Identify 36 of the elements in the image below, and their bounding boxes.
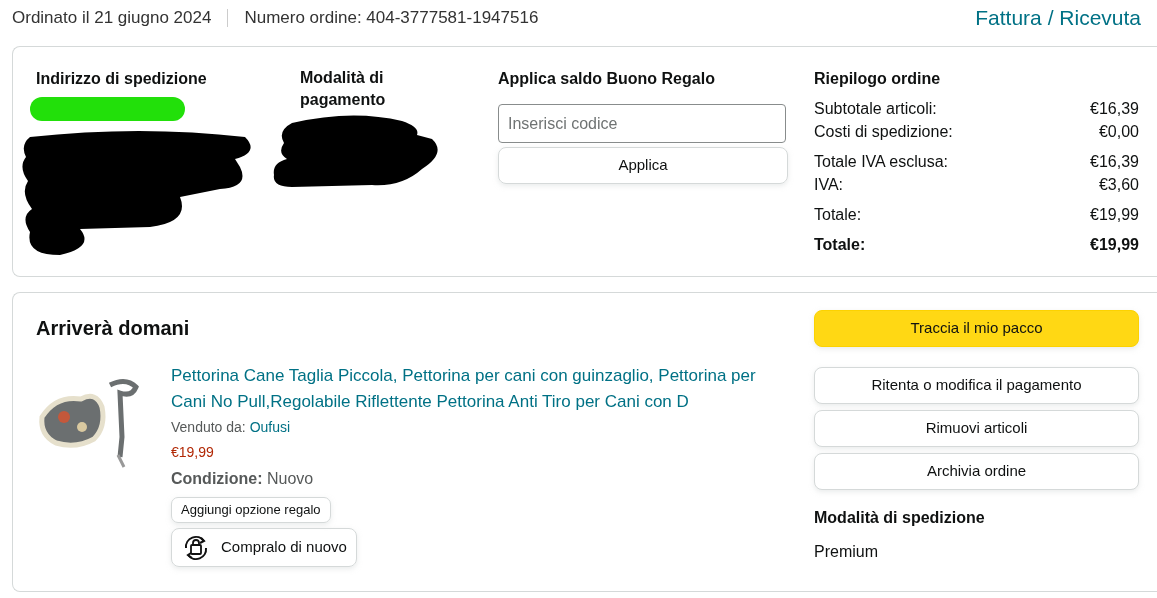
gift-option-button[interactable]: Aggiungi opzione regalo [171, 497, 331, 523]
sold-by-label: Venduto da: [171, 419, 246, 435]
summary-value: €19,99 [1090, 205, 1139, 225]
section-title: Riepilogo ordine [814, 69, 942, 89]
section-title: Modalità di pagamento [300, 68, 387, 110]
summary-label: Costi di spedizione: [814, 122, 953, 142]
order-action-button[interactable]: Rimuovi articoli [814, 410, 1139, 447]
summary-value: €3,60 [1098, 175, 1139, 195]
order-number: Numero ordine: 404-3777581-1947516 [244, 7, 539, 30]
section-title: Applica saldo Buono Regalo [498, 69, 716, 89]
order-action-button[interactable]: Ritenta o modifica il pagamento [814, 367, 1139, 404]
summary-label: IVA: [814, 175, 844, 195]
product-price: €19,99 [171, 443, 214, 462]
seller-link[interactable]: Oufusi [249, 419, 291, 435]
summary-label: Totale: [814, 235, 866, 255]
summary-value: €19,99 [1090, 235, 1139, 255]
section-title: Indirizzo di spedizione [36, 69, 208, 89]
gift-code-field[interactable]: Inserisci codice [498, 104, 786, 143]
product-title-link[interactable]: Pettorina Cane Taglia Piccola, Pettorina per cani con guinzaglio, Pettorina per Cani No Pull,Regolabile Riflettente Pettorina Anti Tiro per Cani con D [171, 363, 771, 415]
delivery-title: Arriverà domani [36, 316, 191, 341]
condition-value: Nuovo [267, 470, 314, 487]
order-date: Ordinato il 21 giugno 2024 [12, 7, 212, 30]
summary-label: Subtotale articoli: [814, 99, 937, 119]
summary-value: €16,39 [1090, 152, 1139, 172]
apply-button[interactable]: Applica [498, 147, 788, 184]
order-action-button[interactable]: Archivia ordine [814, 453, 1139, 490]
summary-value: €0,00 [1098, 122, 1139, 142]
shipping-method-value: Premium [814, 542, 879, 562]
order-action-button[interactable]: Traccia il mio pacco [814, 310, 1139, 347]
invoice-link[interactable]: Fattura / Ricevuta [975, 2, 1141, 34]
summary-label: Totale: [814, 205, 862, 225]
summary-value: €16,39 [1090, 99, 1139, 119]
shipping-method-title: Modalità di spedizione [814, 508, 986, 528]
summary-label: Totale IVA esclusa: [814, 152, 948, 172]
buy-again-button[interactable]: Compralo di nuovo [171, 528, 357, 567]
condition-label: Condizione: [171, 470, 263, 487]
